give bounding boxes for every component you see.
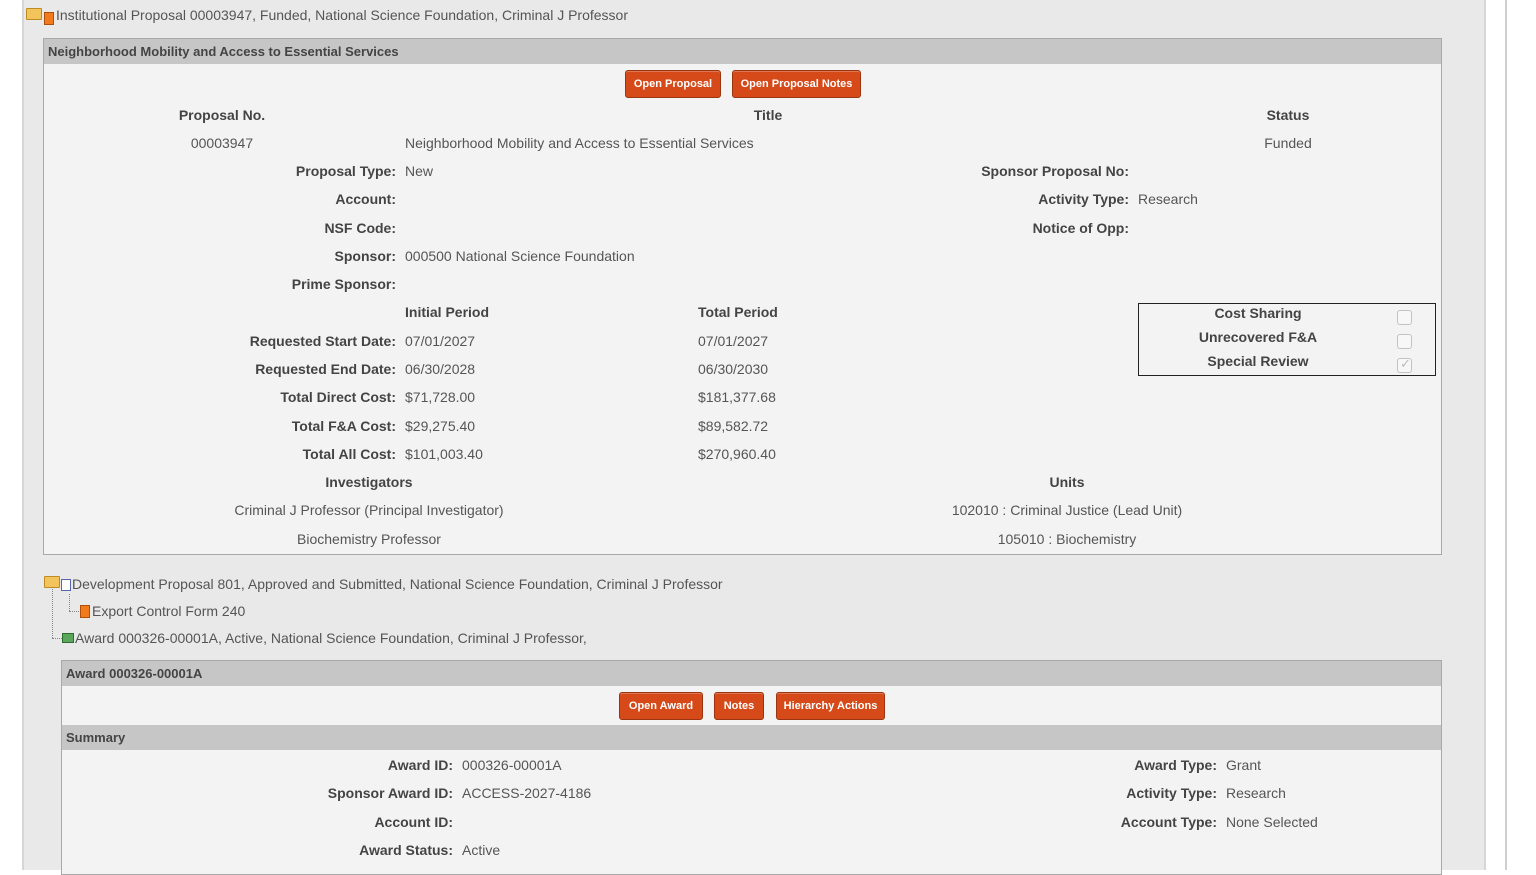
total-fa-cost-label: Total F&A Cost: — [291, 418, 396, 434]
units-header: Units — [1049, 474, 1085, 490]
proposal-doc-icon — [44, 12, 54, 25]
account-id-label: Account ID: — [374, 814, 453, 830]
sponsor-award-id-label: Sponsor Award ID: — [327, 785, 453, 801]
open-proposal-notes-button[interactable]: Open Proposal Notes — [732, 70, 861, 98]
investigators-header: Investigators — [325, 474, 413, 490]
award-activity-type-label: Activity Type: — [1126, 785, 1217, 801]
tree-node-institutional-proposal[interactable]: Institutional Proposal 00003947, Funded,… — [56, 7, 628, 23]
status-header: Status — [1266, 107, 1310, 123]
tree-node-award[interactable]: Award 000326-00001A, Active, National Sc… — [75, 630, 587, 646]
account-type-value: None Selected — [1226, 814, 1318, 830]
activity-type-value: Research — [1138, 191, 1198, 207]
award-id-value: 000326-00001A — [462, 757, 562, 773]
sponsor-proposal-no-label: Sponsor Proposal No: — [981, 163, 1129, 179]
tree-node-development-proposal[interactable]: Development Proposal 801, Approved and S… — [72, 576, 723, 592]
proposal-title-value: Neighborhood Mobility and Access to Esse… — [405, 135, 754, 151]
export-control-icon — [80, 605, 90, 618]
proposal-type-label: Proposal Type: — [295, 163, 396, 179]
total-start-value: 07/01/2027 — [698, 333, 769, 349]
unrecovered-fa-label: Unrecovered F&A — [1198, 329, 1318, 345]
unit-2: 105010 : Biochemistry — [997, 531, 1137, 547]
account-type-label: Account Type: — [1120, 814, 1217, 830]
award-id-label: Award ID: — [387, 757, 453, 773]
open-folder-icon[interactable] — [44, 576, 60, 588]
proposal-no-value: 00003947 — [190, 135, 254, 151]
special-review-checkbox[interactable] — [1397, 357, 1412, 373]
award-status-value: Active — [462, 842, 501, 858]
proposal-no-header: Proposal No. — [178, 107, 266, 123]
account-label: Account: — [335, 191, 396, 207]
summary-header: Summary — [62, 725, 1441, 750]
initial-all-value: $101,003.40 — [405, 446, 483, 462]
initial-period-header: Initial Period — [405, 304, 490, 320]
total-all-value: $270,960.40 — [698, 446, 776, 462]
open-folder-icon[interactable] — [26, 8, 42, 20]
initial-direct-value: $71,728.00 — [405, 389, 476, 405]
requested-start-label: Requested Start Date: — [249, 333, 396, 349]
total-fa-value: $89,582.72 — [698, 418, 769, 434]
status-value: Funded — [1264, 135, 1312, 151]
unit-1: 102010 : Criminal Justice (Lead Unit) — [951, 502, 1183, 518]
special-review-label: Special Review — [1207, 353, 1309, 369]
tree-connector — [52, 589, 53, 638]
total-direct-cost-label: Total Direct Cost: — [280, 389, 396, 405]
requested-end-label: Requested End Date: — [255, 361, 396, 377]
award-type-value: Grant — [1226, 757, 1262, 773]
initial-start-value: 07/01/2027 — [405, 333, 476, 349]
nsf-code-label: NSF Code: — [324, 220, 396, 236]
notes-button[interactable]: Notes — [714, 692, 764, 720]
tree-connector — [69, 611, 79, 612]
tree-node-export-control[interactable]: Export Control Form 240 — [92, 603, 245, 619]
open-award-button[interactable]: Open Award — [619, 692, 703, 720]
award-activity-type-value: Research — [1226, 785, 1286, 801]
prime-sponsor-label: Prime Sponsor: — [291, 276, 396, 292]
total-all-cost-label: Total All Cost: — [302, 446, 396, 462]
award-icon — [62, 633, 74, 643]
panel-title: Neighborhood Mobility and Access to Esse… — [44, 39, 1441, 64]
tree-connector — [69, 594, 70, 611]
notice-of-opp-label: Notice of Opp: — [1032, 220, 1129, 236]
investigator-1: Criminal J Professor (Principal Investig… — [234, 502, 504, 518]
open-proposal-button[interactable]: Open Proposal — [625, 70, 721, 98]
unrecovered-fa-checkbox[interactable] — [1397, 334, 1412, 349]
total-end-value: 06/30/2030 — [698, 361, 769, 377]
sponsor-award-id-value: ACCESS-2027-4186 — [462, 785, 592, 801]
total-period-header: Total Period — [698, 304, 778, 320]
sponsor-value: 000500 National Science Foundation — [405, 248, 635, 264]
investigator-2: Biochemistry Professor — [297, 531, 441, 547]
award-status-label: Award Status: — [359, 842, 453, 858]
award-type-label: Award Type: — [1134, 757, 1217, 773]
title-header: Title — [753, 107, 783, 123]
proposal-type-value: New — [405, 163, 434, 179]
cost-sharing-checkbox[interactable] — [1397, 310, 1412, 325]
sponsor-label: Sponsor: — [334, 248, 396, 264]
initial-fa-value: $29,275.40 — [405, 418, 476, 434]
initial-end-value: 06/30/2028 — [405, 361, 476, 377]
window-edge — [1505, 0, 1507, 870]
development-proposal-icon — [61, 579, 71, 591]
total-direct-value: $181,377.68 — [698, 389, 776, 405]
hierarchy-actions-button[interactable]: Hierarchy Actions — [776, 692, 885, 720]
tree-connector — [52, 638, 62, 639]
cost-sharing-label: Cost Sharing — [1214, 305, 1302, 321]
activity-type-label: Activity Type: — [1038, 191, 1129, 207]
award-panel-title: Award 000326-00001A — [62, 661, 1441, 686]
